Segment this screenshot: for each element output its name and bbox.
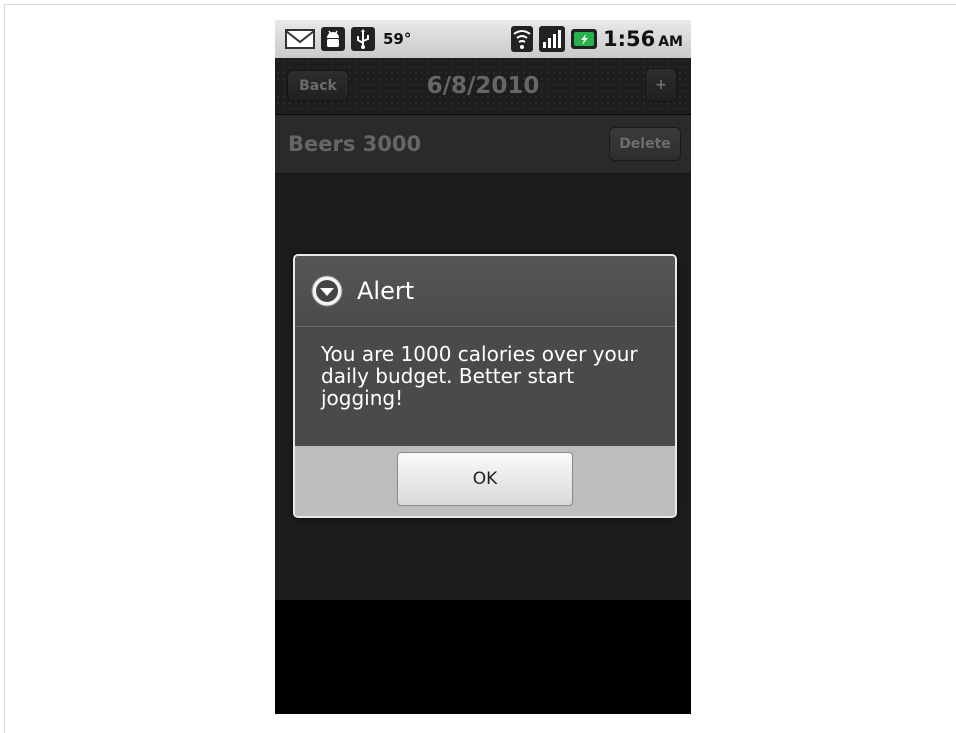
add-button[interactable]: + bbox=[645, 68, 677, 102]
signal-icon bbox=[538, 26, 565, 52]
back-button[interactable]: Back bbox=[287, 70, 349, 102]
phone-screen: 59° 1:56 AM Back 6/8/2010 + Beers 3000 D… bbox=[275, 20, 691, 714]
clock-time: 1:56 bbox=[602, 27, 656, 51]
clock-ampm: AM bbox=[658, 34, 683, 50]
wifi-icon bbox=[510, 26, 533, 52]
battery-charging-icon bbox=[570, 27, 597, 51]
temperature-label: 59° bbox=[383, 30, 412, 48]
gmail-icon bbox=[285, 28, 315, 50]
frame-border-left bbox=[4, 4, 5, 733]
empty-area bbox=[275, 600, 691, 714]
ok-button[interactable]: OK bbox=[397, 452, 573, 506]
dialog-button-bar: OK bbox=[295, 446, 675, 516]
status-bar: 59° 1:56 AM bbox=[275, 20, 691, 58]
frame-border-top bbox=[4, 4, 956, 5]
alert-dialog: Alert You are 1000 calories over your da… bbox=[293, 254, 677, 518]
title-bar: Back 6/8/2010 + bbox=[275, 58, 691, 115]
status-bar-system: 1:56 AM bbox=[510, 26, 691, 52]
clock: 1:56 AM bbox=[603, 27, 683, 51]
status-bar-notifications: 59° bbox=[275, 27, 411, 51]
page-title: 6/8/2010 bbox=[426, 73, 540, 99]
dialog-header: Alert bbox=[295, 256, 675, 327]
android-debug-icon bbox=[321, 27, 345, 51]
alert-icon bbox=[311, 275, 343, 307]
dialog-title: Alert bbox=[357, 277, 415, 305]
dialog-message: You are 1000 calories over your daily bu… bbox=[295, 327, 675, 431]
usb-icon bbox=[351, 27, 375, 51]
entry-title: Beers 3000 bbox=[288, 132, 422, 156]
delete-button[interactable]: Delete bbox=[609, 127, 681, 161]
entry-header: Beers 3000 Delete bbox=[275, 115, 691, 174]
